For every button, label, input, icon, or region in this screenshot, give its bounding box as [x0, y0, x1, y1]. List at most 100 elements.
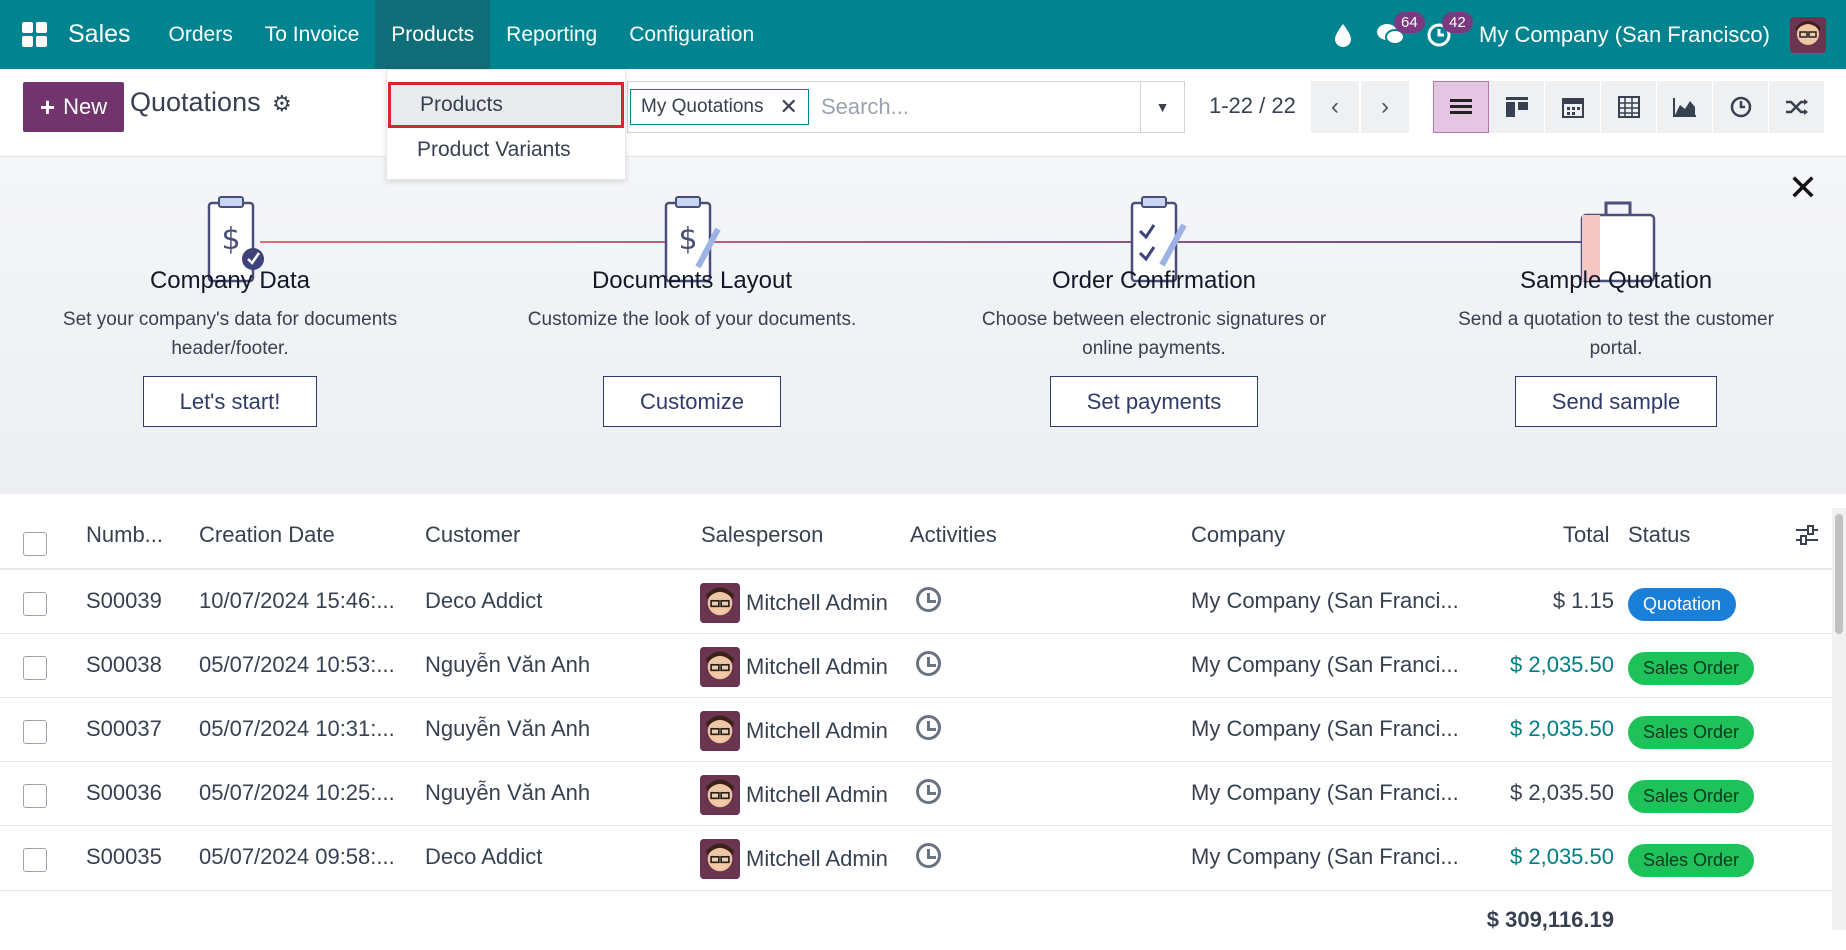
customize-button[interactable]: Customize [603, 376, 781, 427]
avatar [700, 711, 740, 751]
company-switcher[interactable]: My Company (San Francisco) [1479, 22, 1770, 48]
onboarding-progress-line [260, 241, 1600, 243]
cell-creation-date: 05/07/2024 10:25:... [199, 780, 395, 805]
map-view-button[interactable] [1769, 81, 1825, 133]
cell-number: S00036 [86, 780, 162, 805]
menu-configuration[interactable]: Configuration [613, 0, 770, 69]
messages-icon[interactable]: 64 [1367, 0, 1425, 69]
table-footer: $ 309,116.19 [0, 890, 1846, 950]
row-checkbox[interactable] [23, 784, 47, 808]
row-checkbox[interactable] [23, 720, 47, 744]
cell-total: $ 2,035.50 [1510, 780, 1614, 805]
cell-customer: Deco Addict [425, 588, 543, 613]
activity-view-button[interactable] [1713, 81, 1769, 133]
pager-next-button[interactable]: › [1361, 81, 1409, 133]
user-avatar[interactable] [1790, 16, 1826, 53]
optional-columns-icon[interactable] [1795, 524, 1819, 551]
column-company[interactable]: Company [1191, 522, 1285, 548]
column-activities[interactable]: Activities [910, 522, 997, 548]
column-status[interactable]: Status [1628, 522, 1690, 548]
cell-company: My Company (San Franci... [1191, 780, 1459, 805]
cell-creation-date: 05/07/2024 10:31:... [199, 716, 395, 741]
gear-icon[interactable]: ⚙ [272, 91, 292, 117]
avatar [700, 775, 740, 815]
graph-view-button[interactable] [1657, 81, 1713, 133]
table-row[interactable]: S00037 05/07/2024 10:31:... Nguyễn Văn A… [0, 698, 1846, 762]
area-chart-icon [1672, 98, 1696, 117]
status-badge: Sales Order [1628, 844, 1755, 877]
status-badge: Quotation [1628, 588, 1737, 621]
cell-salesperson: Mitchell Admin [746, 846, 888, 871]
cell-number: S00037 [86, 716, 162, 741]
table-row[interactable]: S00038 05/07/2024 10:53:... Nguyễn Văn A… [0, 634, 1846, 698]
view-switcher [1433, 81, 1825, 133]
dropdown-item-product-variants[interactable]: Product Variants [387, 133, 625, 167]
send-sample-button[interactable]: Send sample [1514, 376, 1718, 427]
search-facet: My Quotations ✕ [630, 89, 809, 125]
column-creation-date[interactable]: Creation Date [199, 522, 335, 548]
products-dropdown-menu: Products Product Variants [386, 69, 626, 180]
kanban-icon [1505, 97, 1528, 117]
facet-remove-icon[interactable]: ✕ [780, 94, 798, 120]
search-options-toggle[interactable]: ▼ [1140, 82, 1184, 132]
cell-number: S00039 [86, 588, 162, 613]
activities-badge: 42 [1442, 12, 1473, 33]
step-title: Company Data [149, 267, 311, 294]
cell-creation-date: 10/07/2024 15:46:... [199, 588, 395, 613]
chevron-left-icon: ‹ [1331, 93, 1339, 120]
calendar-icon [1561, 98, 1584, 118]
column-total[interactable]: Total [1563, 522, 1609, 548]
clock-icon [1730, 96, 1751, 118]
activities-icon[interactable]: 42 [1415, 0, 1473, 69]
list-view-button[interactable] [1433, 81, 1489, 133]
step-description: Choose between electronic signatures or … [981, 309, 1327, 359]
set-payments-button[interactable]: Set payments [1049, 376, 1259, 427]
column-customer[interactable]: Customer [425, 522, 520, 548]
column-number[interactable]: Numb... [86, 522, 163, 548]
table-row[interactable]: S00035 05/07/2024 09:58:... Deco Addict … [0, 826, 1846, 890]
apps-menu-icon[interactable] [0, 0, 68, 69]
list-icon [1450, 99, 1472, 114]
status-badge: Sales Order [1628, 780, 1755, 813]
menu-reporting[interactable]: Reporting [490, 0, 613, 69]
new-button[interactable]: + New [23, 82, 124, 132]
activity-clock-icon[interactable] [916, 587, 941, 612]
pager-previous-button[interactable]: ‹ [1311, 81, 1359, 133]
cell-customer: Nguyễn Văn Anh [425, 652, 591, 677]
kanban-view-button[interactable] [1489, 81, 1545, 133]
pager-value[interactable]: 1-22 / 22 [1209, 93, 1296, 119]
cell-total: $ 1.15 [1552, 588, 1614, 613]
row-checkbox[interactable] [23, 656, 47, 680]
activity-clock-icon[interactable] [916, 779, 941, 804]
search-input[interactable] [820, 94, 1121, 120]
menu-products[interactable]: Products [375, 0, 491, 69]
pivot-view-button[interactable] [1601, 81, 1657, 133]
activity-clock-icon[interactable] [916, 843, 941, 868]
table-row[interactable]: S00036 05/07/2024 10:25:... Nguyễn Văn A… [0, 762, 1846, 826]
row-checkbox[interactable] [23, 592, 47, 616]
lets-start-button[interactable]: Let's start! [142, 376, 318, 427]
calendar-view-button[interactable] [1545, 81, 1601, 133]
search-bar: My Quotations ✕ ▼ [627, 81, 1185, 133]
select-all-checkbox[interactable] [23, 532, 47, 556]
vertical-scrollbar[interactable] [1832, 508, 1846, 930]
cell-total: $ 2,035.50 [1510, 652, 1614, 677]
drop-icon[interactable] [1319, 0, 1367, 69]
column-salesperson[interactable]: Salesperson [701, 522, 823, 548]
step-title: Order Confirmation [1051, 267, 1257, 294]
table-row[interactable]: S00039 10/07/2024 15:46:... Deco Addict … [0, 570, 1846, 634]
menu-to-invoice[interactable]: To Invoice [249, 0, 376, 69]
activity-clock-icon[interactable] [916, 651, 941, 676]
row-checkbox[interactable] [23, 848, 47, 872]
new-button-label: New [63, 94, 108, 119]
cell-company: My Company (San Franci... [1191, 652, 1459, 677]
dropdown-item-products[interactable]: Products [388, 82, 624, 128]
shuffle-icon [1785, 99, 1808, 115]
pivot-table-icon [1617, 96, 1640, 118]
menu-orders[interactable]: Orders [153, 0, 249, 69]
avatar [700, 647, 740, 687]
app-brand[interactable]: Sales [68, 20, 131, 49]
plus-icon: + [39, 91, 56, 122]
cell-number: S00035 [86, 844, 162, 869]
activity-clock-icon[interactable] [916, 715, 941, 740]
